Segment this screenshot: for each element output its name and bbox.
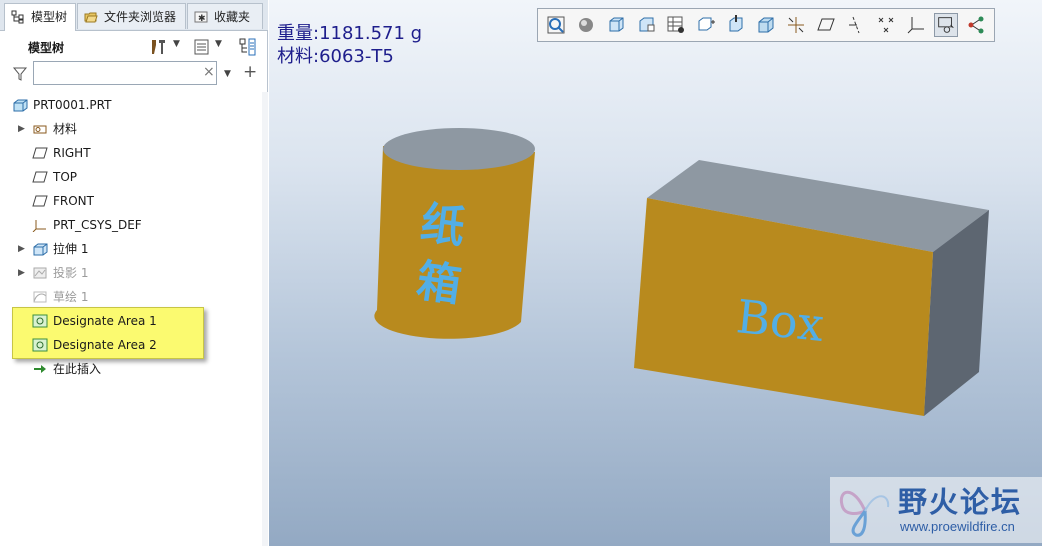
refit-zoom-icon[interactable] [544, 13, 568, 37]
tree-item-label: RIGHT [53, 146, 91, 160]
sketch-icon [33, 291, 47, 303]
mass-properties-readout: 重量:1181.571 g 材料:6063-T5 [277, 22, 422, 68]
datum-plane-icon [32, 171, 48, 183]
box-decal-text: Box [734, 289, 827, 352]
clear-search-icon[interactable]: × [203, 64, 215, 80]
model-tree-title: 模型树 [28, 41, 65, 55]
tree-filter-display-icon[interactable] [238, 37, 258, 57]
tree-search-row: × ▼ + [0, 60, 268, 90]
part-icon [13, 99, 28, 112]
tree-item-label: PRT0001.PRT [33, 98, 112, 112]
tree-item-label: Designate Area 1 [53, 314, 157, 328]
tree-item-label: 材料 [53, 122, 78, 136]
tab-favorites[interactable]: ✱ 收藏夹 [187, 3, 263, 29]
tree-item-1[interactable]: ▶ 投影 1 [0, 261, 260, 285]
insert-here-arrow-icon [34, 365, 46, 373]
add-filter-plus-icon[interactable]: + [243, 62, 257, 82]
section-view-icon[interactable] [754, 13, 778, 37]
svg-text:✱: ✱ [198, 14, 206, 24]
csys-display-icon[interactable] [904, 13, 928, 37]
model-tree-header: 模型树 ▼ ▼ [0, 31, 268, 61]
axis-display-icon[interactable] [844, 13, 868, 37]
expand-arrow-icon[interactable]: ▶ [18, 261, 25, 285]
in-graphics-toolbar [537, 8, 995, 42]
tree-item-label: PRT_CSYS_DEF [53, 218, 142, 232]
model-tree-icon [11, 10, 24, 24]
graphics-viewport[interactable]: 纸 箱 Box 重量:1181.571 g 材料:6063-T5 野火论坛 ww… [269, 0, 1042, 546]
material-label: 材料:6063-T5 [277, 46, 394, 67]
display-style-shaded-icon[interactable] [574, 13, 598, 37]
tree-item-top[interactable]: TOP [0, 165, 260, 189]
box-body[interactable]: Box [634, 160, 989, 416]
extrude-icon [33, 243, 48, 256]
tree-item-designate-area-1[interactable]: Designate Area 1 [0, 309, 260, 333]
material-icon [33, 125, 47, 134]
spin-center-icon[interactable] [724, 13, 748, 37]
filter-funnel-icon[interactable] [12, 66, 28, 82]
cylinder-decal-text-1: 纸 [417, 197, 468, 254]
annotation-display-icon[interactable] [934, 13, 958, 37]
tree-item-front[interactable]: FRONT [0, 189, 260, 213]
watermark-url: www.proewildfire.cn [900, 519, 1015, 534]
settings-tools-icon[interactable] [148, 37, 168, 57]
columns-dropdown-chevron-icon[interactable]: ▼ [215, 39, 222, 49]
mass-label: 重量:1181.571 g [277, 23, 423, 44]
tree-item-designate-area-2[interactable]: Designate Area 2 [0, 333, 260, 357]
model-scene: 纸 箱 Box [374, 128, 989, 416]
navigator-tabs: 模型树 文件夹浏览器 ✱ 收藏夹 [0, 0, 268, 31]
cylinder-body[interactable]: 纸 箱 [374, 128, 535, 339]
tree-vertical-scrollbar[interactable] [262, 92, 268, 546]
coordinate-system-icon [32, 220, 46, 232]
projection-icon [33, 267, 47, 279]
saved-orientations-icon[interactable] [604, 13, 628, 37]
tree-item-label: 拉伸 1 [53, 242, 89, 256]
tree-item-node[interactable]: ▶ 材料 [0, 117, 260, 141]
expand-arrow-icon[interactable]: ▶ [18, 117, 25, 141]
tree-item-prt-csys-def[interactable]: PRT_CSYS_DEF [0, 213, 260, 237]
butterfly-logo-icon [839, 490, 890, 537]
tree-item-label: FRONT [53, 194, 94, 208]
designate-area-icon [32, 338, 48, 352]
network-display-icon[interactable] [964, 13, 988, 37]
datum-plane-icon [32, 147, 48, 159]
tab-folder-browser[interactable]: 文件夹浏览器 [77, 3, 186, 29]
cylinder-decal-text-2: 箱 [413, 255, 464, 312]
point-display-icon[interactable] [874, 13, 898, 37]
tree-item-right[interactable]: RIGHT [0, 141, 260, 165]
designate-area-icon [32, 314, 48, 328]
tree-item-label: 投影 1 [53, 266, 89, 280]
watermark-title: 野火论坛 [898, 485, 1023, 519]
tab-label: 文件夹浏览器 [104, 10, 177, 24]
view-manager-icon[interactable] [634, 13, 658, 37]
tree-search-input[interactable] [33, 61, 217, 85]
tree-item-1[interactable]: 草绘 1 [0, 285, 260, 309]
tree-item-label: Designate Area 2 [53, 338, 157, 352]
appearance-gallery-icon[interactable] [664, 13, 688, 37]
tab-model-tree[interactable]: 模型树 [4, 3, 76, 31]
datum-display-filter-icon[interactable] [784, 13, 808, 37]
tree-columns-icon[interactable] [192, 37, 212, 57]
watermark-logo: 野火论坛 www.proewildfire.cn [830, 477, 1042, 543]
model-tree-panel: 模型树 文件夹浏览器 ✱ 收藏夹 模型树 ▼ ▼ × ▼ + PRT0001.P… [0, 0, 268, 546]
tree-item-node[interactable]: 在此插入 [0, 357, 260, 381]
tree-item-label: 草绘 1 [53, 290, 89, 304]
favorites-icon: ✱ [194, 11, 208, 24]
folder-browser-icon [84, 12, 98, 23]
datum-plane-icon [32, 195, 48, 207]
plane-display-icon[interactable] [814, 13, 838, 37]
perspective-view-icon[interactable] [694, 13, 718, 37]
tree-root-part[interactable]: PRT0001.PRT [0, 93, 260, 117]
tree-item-1[interactable]: ▶ 拉伸 1 [0, 237, 260, 261]
cylinder-top-face [383, 128, 535, 170]
expand-arrow-icon[interactable]: ▶ [18, 237, 25, 261]
tab-label: 收藏夹 [214, 10, 251, 24]
tab-label: 模型树 [31, 10, 68, 24]
tree-item-label: TOP [53, 170, 78, 184]
settings-dropdown-chevron-icon[interactable]: ▼ [173, 39, 180, 49]
search-options-chevron-icon[interactable]: ▼ [224, 69, 231, 79]
tree-item-label: 在此插入 [53, 362, 102, 376]
